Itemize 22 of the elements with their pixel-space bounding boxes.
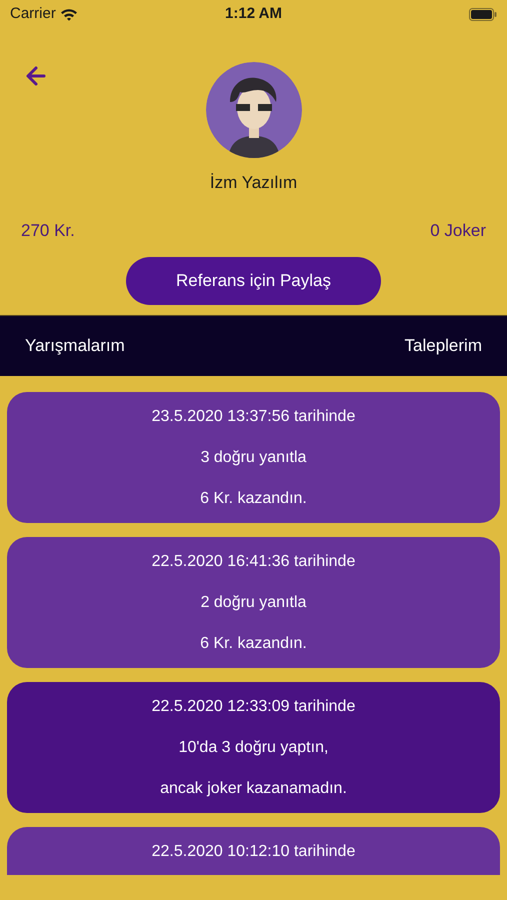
tab[interactable]: Taleplerim bbox=[404, 333, 482, 359]
history-text: 6 Kr. kazandın. bbox=[200, 489, 307, 509]
history-text: 22.5.2020 16:41:36 tarihinde bbox=[152, 552, 356, 572]
back-arrow-icon bbox=[24, 64, 48, 88]
profile-name: İzm Yazılım bbox=[210, 172, 298, 194]
history-text: 2 doğru yanıtla bbox=[200, 593, 306, 613]
status-time: 1:12 AM bbox=[224, 4, 283, 24]
carrier-name: Carrier bbox=[10, 4, 56, 24]
share-button[interactable]: Referans için Paylaş bbox=[126, 257, 381, 305]
history-text: 22.5.2020 10:12:10 tarihinde bbox=[152, 842, 356, 862]
history-text: 10'da 3 doğru yaptın, bbox=[178, 738, 328, 758]
history-text: ancak joker kazanamadın. bbox=[160, 779, 347, 799]
history-text: 6 Kr. kazandın. bbox=[200, 634, 307, 654]
history-text: 3 doğru yanıtla bbox=[200, 448, 306, 468]
tab[interactable]: Yarışmalarım bbox=[25, 333, 125, 359]
joker-count: 0 Joker bbox=[430, 220, 486, 242]
avatar-icon bbox=[206, 62, 302, 158]
credits-balance: 270 Kr. bbox=[21, 220, 75, 242]
history-text: 23.5.2020 13:37:56 tarihinde bbox=[152, 407, 356, 427]
battery-icon bbox=[469, 8, 497, 20]
history-text: 22.5.2020 12:33:09 tarihinde bbox=[152, 697, 356, 717]
wifi-icon bbox=[60, 8, 78, 20]
